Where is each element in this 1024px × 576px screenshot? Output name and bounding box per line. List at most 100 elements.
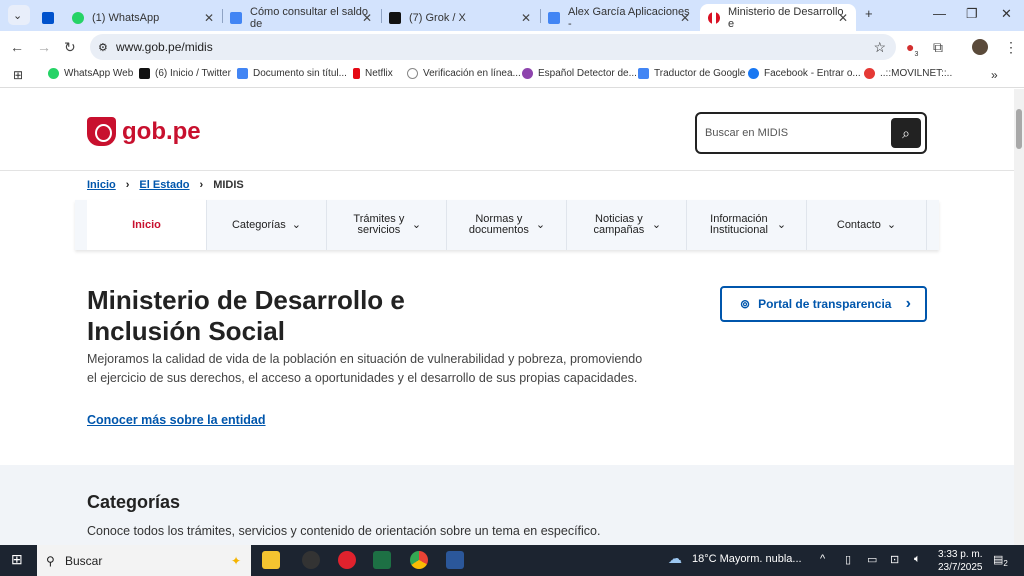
x-icon bbox=[389, 11, 401, 24]
page-title: Ministerio de Desarrollo e Inclusión Soc… bbox=[87, 285, 405, 346]
nav-noticias[interactable]: Noticias y campañas ⌄ bbox=[567, 200, 687, 250]
chevron-down-icon: ⌄ bbox=[886, 218, 897, 231]
notifications-icon[interactable]: ▤2 bbox=[993, 553, 1008, 568]
breadcrumb-inicio[interactable]: Inicio bbox=[87, 179, 116, 191]
opera-icon[interactable] bbox=[338, 551, 356, 569]
bookmark[interactable]: Verificación en línea... bbox=[407, 68, 521, 79]
tab-title: Ministerio de Desarrollo e bbox=[728, 5, 844, 30]
bookmark[interactable]: Facebook - Entrar o... bbox=[748, 68, 861, 79]
restore-button[interactable]: ❐ bbox=[966, 6, 978, 22]
chevron-down-icon: ⌄ bbox=[776, 218, 787, 231]
chrome-icon[interactable] bbox=[410, 551, 428, 569]
windows-start-icon[interactable]: ⊞ bbox=[11, 551, 23, 568]
gob-pe-logo[interactable]: gob.pe bbox=[87, 117, 201, 146]
bookmark[interactable]: Documento sin títul... bbox=[237, 68, 347, 79]
extensions-puzzle-icon[interactable]: ⧉ bbox=[933, 39, 943, 56]
close-icon[interactable]: ✕ bbox=[838, 11, 848, 25]
word-icon[interactable] bbox=[446, 551, 464, 569]
nav-tramites[interactable]: Trámites y servicios ⌄ bbox=[327, 200, 447, 250]
weather-icon: ☁ bbox=[668, 550, 682, 566]
chevron-down-icon: ⌄ bbox=[535, 218, 546, 231]
transparency-portal-button[interactable]: ⊚ Portal de transparencia › bbox=[720, 286, 927, 322]
pinned-tab-trello[interactable] bbox=[34, 4, 58, 31]
bookmark[interactable]: ..::MOVILNET::.. bbox=[864, 68, 952, 79]
entity-description: Mejoramos la calidad de vida de la pobla… bbox=[87, 352, 643, 385]
categories-description: Conoce todos los trámites, servicios y c… bbox=[87, 524, 601, 538]
network-icon[interactable]: ⊡ bbox=[890, 553, 899, 566]
address-bar[interactable]: ⚙ www.gob.pe/midis ☆ bbox=[90, 34, 896, 60]
tab-docs[interactable]: Cómo consultar el saldo de ✕ bbox=[222, 4, 380, 31]
chevron-up-icon[interactable]: ^ bbox=[820, 553, 825, 565]
close-icon[interactable]: ✕ bbox=[680, 11, 690, 25]
copilot-icon: ✦ bbox=[230, 553, 241, 568]
reload-icon[interactable]: ↻ bbox=[64, 39, 76, 56]
tab-alex-garcia[interactable]: Alex García Aplicaciones - ✕ bbox=[540, 4, 698, 31]
close-icon[interactable]: ✕ bbox=[204, 11, 214, 25]
breadcrumb-el-estado[interactable]: El Estado bbox=[139, 179, 189, 191]
nav-inicio[interactable]: Inicio bbox=[87, 200, 207, 250]
peru-shield-icon bbox=[87, 117, 116, 146]
bookmark[interactable]: (6) Inicio / Twitter bbox=[139, 68, 231, 79]
web-page: gob.pe Buscar en MIDIS ⌕ Inicio › El Estad… bbox=[0, 89, 1014, 545]
categories-section: Categorías Conoce todos los trámites, se… bbox=[0, 465, 1014, 545]
whatsapp-icon bbox=[72, 11, 84, 24]
clock[interactable]: 3:33 p. m. 23/7/2025 bbox=[938, 548, 983, 574]
tab-title: Alex García Aplicaciones - bbox=[568, 5, 690, 30]
tab-title: Cómo consultar el saldo de bbox=[250, 5, 369, 30]
nav-contacto[interactable]: Contacto ⌄ bbox=[807, 200, 927, 250]
more-bookmarks-icon[interactable]: » bbox=[991, 68, 998, 82]
tab-search-button[interactable]: ⌄ bbox=[8, 5, 30, 25]
tab-strip: ⌄ (1) WhatsApp ✕ Cómo consultar el saldo … bbox=[0, 0, 1024, 31]
forward-icon[interactable]: → bbox=[37, 39, 51, 55]
app-icon[interactable] bbox=[302, 551, 320, 569]
file-explorer-icon[interactable] bbox=[262, 551, 280, 569]
tab-title: (1) WhatsApp bbox=[92, 11, 160, 24]
extension-icon[interactable]: ●3 bbox=[906, 39, 918, 58]
close-icon[interactable]: ✕ bbox=[362, 11, 372, 25]
nav-normas[interactable]: Normas y documentos ⌄ bbox=[447, 200, 567, 250]
profile-avatar[interactable] bbox=[972, 39, 988, 55]
browser-toolbar: ← → ↻ ⚙ www.gob.pe/midis ☆ ●3 ⧉ ⋮ bbox=[0, 31, 1024, 62]
breadcrumb: Inicio › El Estado › MIDIS bbox=[87, 179, 244, 191]
weather-text[interactable]: 18°C Mayorm. nubla... bbox=[692, 553, 802, 565]
tab-title: (7) Grok / X bbox=[409, 11, 466, 24]
chevron-down-icon: ⌄ bbox=[411, 218, 422, 231]
battery-icon[interactable]: ▭ bbox=[867, 553, 877, 566]
search-button[interactable]: ⌕ bbox=[891, 118, 921, 148]
site-info-icon[interactable]: ⚙ bbox=[98, 41, 108, 54]
tab-whatsapp[interactable]: (1) WhatsApp ✕ bbox=[64, 4, 222, 31]
bookmark[interactable]: Netflix bbox=[353, 68, 393, 79]
breadcrumb-current: MIDIS bbox=[213, 179, 244, 191]
close-window-button[interactable]: ✕ bbox=[1001, 6, 1012, 22]
docs-icon bbox=[548, 11, 560, 24]
scrollbar[interactable] bbox=[1014, 89, 1024, 545]
nav-informacion[interactable]: Información Institucional ⌄ bbox=[687, 200, 807, 250]
bookmark-star-icon[interactable]: ☆ bbox=[873, 39, 886, 56]
apps-grid-icon[interactable]: ⊞ bbox=[13, 68, 23, 82]
chevron-down-icon: ⌄ bbox=[651, 218, 662, 231]
transparency-icon: ⊚ bbox=[740, 297, 751, 311]
more-about-entity-link[interactable]: Conocer más sobre la entidad bbox=[87, 413, 266, 427]
chevron-down-icon: ⌄ bbox=[291, 218, 302, 231]
taskbar-search[interactable]: ⚲ Buscar ✦ bbox=[37, 545, 251, 576]
chevron-right-icon: › bbox=[905, 295, 911, 312]
back-icon[interactable]: ← bbox=[10, 39, 24, 55]
menu-icon[interactable]: ⋮ bbox=[1004, 39, 1018, 56]
close-icon[interactable]: ✕ bbox=[521, 11, 531, 25]
categories-heading: Categorías bbox=[87, 492, 181, 512]
nav-categorias[interactable]: Categorías ⌄ bbox=[207, 200, 327, 250]
docs-icon bbox=[230, 11, 242, 24]
tab-midis-active[interactable]: Ministerio de Desarrollo e ✕ bbox=[700, 4, 856, 31]
new-tab-button[interactable]: + bbox=[865, 6, 873, 21]
excel-icon[interactable] bbox=[373, 551, 391, 569]
meet-icon[interactable]: ▯ bbox=[845, 553, 851, 566]
bookmark[interactable]: Español Detector de... bbox=[522, 68, 637, 79]
tab-grok[interactable]: (7) Grok / X ✕ bbox=[381, 4, 539, 31]
search-input[interactable]: Buscar en MIDIS ⌕ bbox=[695, 112, 927, 154]
search-icon: ⚲ bbox=[46, 553, 55, 568]
volume-icon[interactable]: 🔈︎ bbox=[914, 553, 921, 566]
minimize-button[interactable]: — bbox=[933, 6, 946, 21]
url-text: www.gob.pe/midis bbox=[116, 40, 213, 54]
bookmark[interactable]: WhatsApp Web bbox=[48, 68, 133, 79]
bookmark[interactable]: Traductor de Google bbox=[638, 68, 745, 79]
